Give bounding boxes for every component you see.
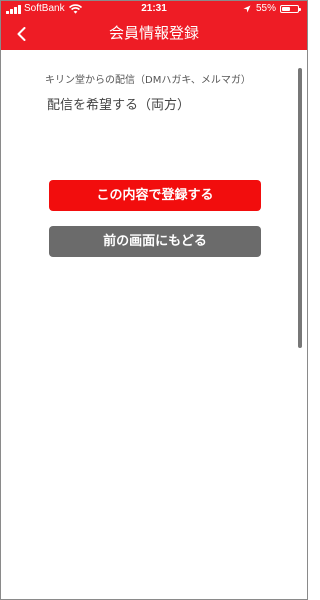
page-title: 会員情報登録: [108, 24, 199, 42]
delivery-preference-label: キリン堂からの配信（DMハガキ、メルマガ）: [45, 75, 251, 86]
battery-level: [282, 7, 290, 11]
scrollbar[interactable]: [298, 68, 302, 348]
register-button[interactable]: この内容で登録する: [49, 180, 261, 211]
battery-percent: 55%: [256, 3, 277, 14]
go-back-button[interactable]: 前の画面にもどる: [49, 226, 261, 257]
status-bar: SoftBank 21:31 55%: [1, 1, 307, 17]
delivery-preference-value: 配信を希望する（両方）: [47, 98, 191, 113]
main-content[interactable]: キリン堂からの配信（DMハガキ、メルマガ） 配信を希望する（両方） この内容で登…: [1, 50, 307, 599]
battery-icon: [280, 5, 301, 13]
header-bar: 会員情報登録: [1, 17, 307, 50]
location-arrow-icon: [243, 5, 251, 13]
app-screen: SoftBank 21:31 55% 会員情報登録 キリン堂からの配信（DMハガ…: [0, 0, 308, 600]
battery-nub: [299, 8, 301, 11]
